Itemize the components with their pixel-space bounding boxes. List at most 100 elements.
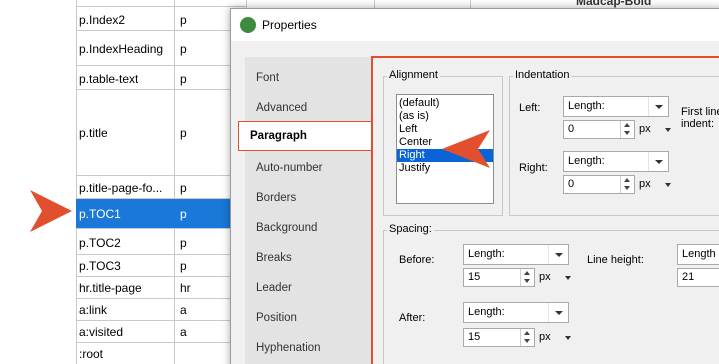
row-style-name: p.table-text — [79, 72, 139, 86]
indent-right-input[interactable]: 0 — [563, 175, 635, 194]
table-row[interactable]: p.TOC3 p — [76, 254, 246, 276]
table-row[interactable]: :root — [76, 342, 246, 364]
table-row[interactable]: p.Index2 p — [76, 6, 246, 30]
row-tag: p — [180, 259, 187, 273]
row-style-name: :root — [79, 347, 104, 361]
nav-item-paragraph[interactable]: Paragraph — [238, 121, 373, 151]
select-value: Length: — [468, 306, 505, 318]
row-tag: a — [180, 303, 187, 317]
select-value: Length — [682, 248, 716, 260]
unit-value: px — [639, 123, 651, 135]
select-value: Length: — [568, 155, 605, 167]
input-value: 15 — [468, 331, 481, 343]
indentation-label: Indentation — [513, 69, 572, 81]
nav-item-breaks[interactable]: Breaks — [256, 252, 292, 264]
row-tag: hr — [180, 281, 191, 295]
spacing-before-type-select[interactable]: Length: — [463, 244, 569, 265]
list-item[interactable]: (as is) — [397, 110, 493, 123]
row-style-name: a:visited — [79, 325, 124, 339]
line-height-label: Line height: — [587, 254, 644, 266]
indent-right-unit-select[interactable]: px — [639, 175, 671, 194]
unit-value: px — [539, 331, 551, 343]
table-row[interactable]: p.IndexHeading p — [76, 30, 246, 65]
row-style-name: p.Index2 — [79, 13, 126, 27]
properties-nav: Font Advanced Paragraph Auto-number Bord… — [238, 57, 373, 364]
paragraph-panel: Alignment (default) (as is) Left Center … — [371, 56, 719, 364]
dialog-title: Properties — [262, 18, 317, 32]
input-value: 21 — [682, 271, 695, 283]
nav-item-hyphenation[interactable]: Hyphenation — [256, 342, 321, 354]
indent-right-label: Right: — [519, 162, 548, 174]
nav-item-leader[interactable]: Leader — [256, 282, 292, 294]
nav-item-background[interactable]: Background — [256, 222, 317, 234]
callout-arrow-icon — [30, 190, 72, 232]
row-style-name: p.TOC3 — [79, 259, 121, 273]
table-row[interactable]: a:link a — [76, 298, 246, 320]
table-row[interactable]: hr.title-page hr — [76, 276, 246, 298]
properties-dialog: Properties Font Advanced Paragraph Auto-… — [230, 8, 719, 364]
table-row[interactable]: p.table-text p — [76, 65, 246, 89]
row-tag: p — [180, 207, 187, 221]
unit-value: px — [639, 178, 651, 190]
input-value: 15 — [468, 271, 481, 283]
spinner-icon[interactable] — [620, 176, 634, 193]
table-header-fragment: Madcap-Bold — [576, 0, 652, 8]
select-value: Length: — [468, 248, 505, 260]
row-tag: p — [180, 72, 187, 86]
spinner-icon[interactable] — [520, 329, 534, 346]
row-style-name: p.title — [79, 126, 108, 140]
spinner-icon[interactable] — [620, 121, 634, 138]
spacing-after-type-select[interactable]: Length: — [463, 302, 569, 323]
table-row[interactable]: a:visited a — [76, 320, 246, 342]
chevron-down-icon — [648, 152, 668, 171]
row-style-name: p.title-page-fo... — [79, 181, 163, 195]
list-item[interactable]: (default) — [397, 97, 493, 110]
first-line-label: First line — [681, 106, 719, 118]
table-row[interactable]: p.title-page-fo... p — [76, 175, 246, 198]
indent-left-unit-select[interactable]: px — [639, 120, 671, 139]
spacing-before-input[interactable]: 15 — [463, 268, 535, 287]
callout-arrow-icon — [442, 130, 490, 168]
nav-item-font[interactable]: Font — [256, 72, 279, 84]
indent-right-type-select[interactable]: Length: — [563, 151, 669, 172]
spacing-after-label: After: — [399, 312, 426, 324]
chevron-down-icon — [548, 245, 568, 264]
alignment-label: Alignment — [387, 69, 440, 81]
chevron-down-icon — [648, 97, 668, 116]
input-value: 0 — [568, 123, 575, 135]
indent-left-type-select[interactable]: Length: — [563, 96, 669, 117]
nav-item-auto-number[interactable]: Auto-number — [256, 162, 322, 174]
dialog-titlebar[interactable]: Properties — [231, 9, 719, 41]
row-style-name: a:link — [79, 303, 108, 317]
table-row[interactable]: p.title p — [76, 89, 246, 175]
app-logo-icon — [240, 17, 256, 33]
indent-left-label: Left: — [519, 102, 541, 114]
nav-item-advanced[interactable]: Advanced — [256, 102, 307, 114]
line-height-type-select[interactable]: Length — [677, 244, 719, 265]
line-height-input[interactable]: 21 — [677, 268, 719, 287]
row-style-name: p.IndexHeading — [79, 42, 164, 56]
select-value: Length: — [568, 100, 605, 112]
chevron-down-icon — [548, 303, 568, 322]
table-row-selected[interactable]: p.TOC1 p — [76, 198, 246, 228]
row-tag: p — [180, 42, 187, 56]
row-style-name: p.TOC2 — [79, 236, 121, 250]
row-style-name: hr.title-page — [79, 281, 142, 295]
spacing-after-input[interactable]: 15 — [463, 328, 535, 347]
row-tag: p — [180, 13, 187, 27]
spinner-icon[interactable] — [520, 269, 534, 286]
first-line-label-2: indent: — [681, 118, 715, 130]
spacing-before-label: Before: — [399, 254, 435, 266]
unit-value: px — [539, 271, 551, 283]
spacing-before-unit-select[interactable]: px — [539, 268, 571, 287]
row-tag: p — [180, 181, 187, 195]
nav-item-position[interactable]: Position — [256, 312, 297, 324]
row-tag: p — [180, 236, 187, 250]
indent-left-input[interactable]: 0 — [563, 120, 635, 139]
row-tag: p — [180, 126, 187, 140]
spacing-after-unit-select[interactable]: px — [539, 328, 571, 347]
input-value: 0 — [568, 178, 575, 190]
nav-item-borders[interactable]: Borders — [256, 192, 296, 204]
row-style-name: p.TOC1 — [79, 207, 121, 221]
table-row[interactable]: p.TOC2 p — [76, 228, 246, 254]
